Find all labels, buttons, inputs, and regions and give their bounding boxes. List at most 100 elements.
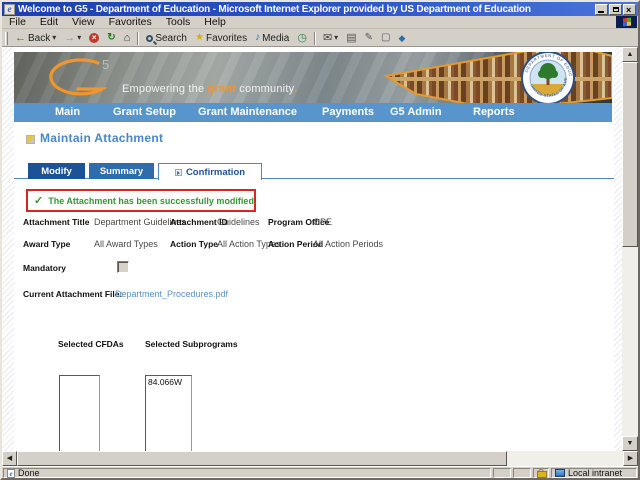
menu-edit[interactable]: Edit xyxy=(33,16,65,28)
file-label: Current Attachment File: xyxy=(23,289,123,299)
tab-confirmation[interactable]: Confirmation xyxy=(158,163,262,180)
status-bar: e Done Local intranet xyxy=(2,466,638,478)
toolbar-separator xyxy=(137,31,140,45)
status-zone-pane: Local intranet xyxy=(551,468,637,478)
status-text: Done xyxy=(18,468,40,478)
media-icon xyxy=(255,33,260,43)
tab-summary[interactable]: Summary xyxy=(89,163,154,179)
close-button[interactable] xyxy=(623,3,636,15)
back-icon xyxy=(15,33,26,44)
attachment-file-link[interactable]: Department_Procedures.pdf xyxy=(115,289,228,299)
back-dropdown-icon[interactable] xyxy=(52,33,56,43)
toolbar-grip[interactable] xyxy=(5,31,8,45)
search-icon xyxy=(146,34,154,42)
favorites-icon xyxy=(195,33,204,43)
nav-grant-maintenance[interactable]: Grant Maintenance xyxy=(198,106,297,118)
mail-icon xyxy=(323,33,332,44)
success-message-box: ✓ The Attachment has been successfully m… xyxy=(26,189,256,212)
page-tool-button[interactable] xyxy=(377,32,394,44)
subprogram-list-item[interactable]: 84.066W xyxy=(146,376,191,388)
mandatory-label: Mandatory xyxy=(23,263,66,273)
heading-bullet-icon xyxy=(26,135,35,144)
mail-button[interactable] xyxy=(319,32,342,45)
page-title: Maintain Attachment xyxy=(40,131,164,145)
horizontal-scrollbar[interactable] xyxy=(2,451,638,466)
browser-window: e Welcome to G5 - Department of Educatio… xyxy=(0,0,640,480)
field-value-program-office: OPE xyxy=(313,217,333,227)
window-title: Welcome to G5 - Department of Education … xyxy=(18,3,531,15)
history-icon xyxy=(297,33,307,44)
restore-button[interactable] xyxy=(609,3,622,15)
nav-g5-admin[interactable]: G5 Admin xyxy=(390,106,442,118)
scroll-up-button[interactable] xyxy=(622,47,638,62)
lock-icon xyxy=(537,468,547,478)
scroll-left-button[interactable] xyxy=(2,451,17,466)
field-value-award-type: All Award Types xyxy=(94,239,158,249)
menu-view[interactable]: View xyxy=(65,16,102,28)
tab-confirmation-label: Confirmation xyxy=(185,166,246,178)
status-empty-pane xyxy=(513,468,531,478)
browser-viewport: DEPARTMENT OF EDUCATION UNITED STATES OF… xyxy=(2,47,638,451)
print-button[interactable] xyxy=(342,32,360,45)
selected-subprograms-label: Selected Subprograms xyxy=(145,339,238,349)
messenger-icon xyxy=(398,33,405,44)
print-icon xyxy=(346,33,356,44)
back-label: Back xyxy=(28,32,51,44)
tab-modify[interactable]: Modify xyxy=(28,163,85,179)
selected-subprograms-listbox[interactable]: 84.066W xyxy=(145,375,192,451)
ie-app-icon: e xyxy=(4,3,15,15)
stop-button[interactable] xyxy=(85,32,103,44)
g5-banner: DEPARTMENT OF EDUCATION UNITED STATES OF… xyxy=(14,52,612,103)
nav-main[interactable]: Main xyxy=(55,106,80,118)
windows-flag-icon xyxy=(622,17,631,27)
page-icon xyxy=(381,33,390,43)
status-empty-pane xyxy=(493,468,511,478)
intranet-zone-icon xyxy=(555,469,565,477)
nav-payments[interactable]: Payments xyxy=(322,106,374,118)
nav-grant-setup[interactable]: Grant Setup xyxy=(113,106,176,118)
toolbar-separator xyxy=(313,31,316,45)
search-label: Search xyxy=(155,32,187,44)
department-of-education-seal: DEPARTMENT OF EDUCATION UNITED STATES OF… xyxy=(520,52,575,103)
menu-bar: File Edit View Favorites Tools Help xyxy=(2,16,638,29)
menu-tools[interactable]: Tools xyxy=(159,16,198,28)
forward-icon xyxy=(64,33,75,44)
menu-help[interactable]: Help xyxy=(197,16,233,28)
mandatory-checkbox[interactable] xyxy=(117,261,129,273)
refresh-button[interactable] xyxy=(103,32,119,44)
media-button[interactable]: Media xyxy=(251,32,293,45)
standard-toolbar: Back Search Favorites Media xyxy=(2,30,638,47)
home-button[interactable] xyxy=(120,32,135,45)
edit-button[interactable] xyxy=(361,32,377,44)
selected-cfdas-listbox[interactable] xyxy=(59,375,100,451)
favorites-label: Favorites xyxy=(205,32,248,44)
search-button[interactable]: Search xyxy=(142,32,191,45)
vertical-scroll-thumb[interactable] xyxy=(622,62,638,247)
nav-reports[interactable]: Reports xyxy=(473,106,515,118)
horizontal-scroll-thumb[interactable] xyxy=(17,451,507,466)
checkmark-icon: ✓ xyxy=(34,195,44,207)
messenger-button[interactable] xyxy=(394,32,409,45)
vertical-scrollbar[interactable] xyxy=(622,47,638,451)
minimize-button[interactable] xyxy=(595,3,608,15)
forward-dropdown-icon[interactable] xyxy=(77,33,81,43)
back-button[interactable]: Back xyxy=(11,32,60,45)
field-label-award-type: Award Type xyxy=(23,239,71,249)
scroll-down-button[interactable] xyxy=(622,436,638,451)
scroll-right-button[interactable] xyxy=(623,451,638,466)
status-main-pane: e Done xyxy=(3,468,491,478)
status-security-pane xyxy=(533,468,549,478)
mail-dropdown-icon[interactable] xyxy=(334,33,338,43)
logo-5-text: 5 xyxy=(102,57,109,72)
field-value-action-period: All Action Periods xyxy=(313,239,384,249)
history-button[interactable] xyxy=(293,32,311,45)
menu-favorites[interactable]: Favorites xyxy=(102,16,159,28)
favorites-button[interactable]: Favorites xyxy=(191,32,251,45)
title-bar[interactable]: e Welcome to G5 - Department of Educatio… xyxy=(2,2,638,16)
selected-cfdas-label: Selected CFDAs xyxy=(58,339,124,349)
zone-text: Local intranet xyxy=(568,468,623,478)
success-message: The Attachment has been successfully mod… xyxy=(48,195,257,206)
field-label-attachment-title: Attachment Title xyxy=(23,217,90,227)
forward-button[interactable] xyxy=(60,32,85,45)
menu-file[interactable]: File xyxy=(2,16,33,28)
